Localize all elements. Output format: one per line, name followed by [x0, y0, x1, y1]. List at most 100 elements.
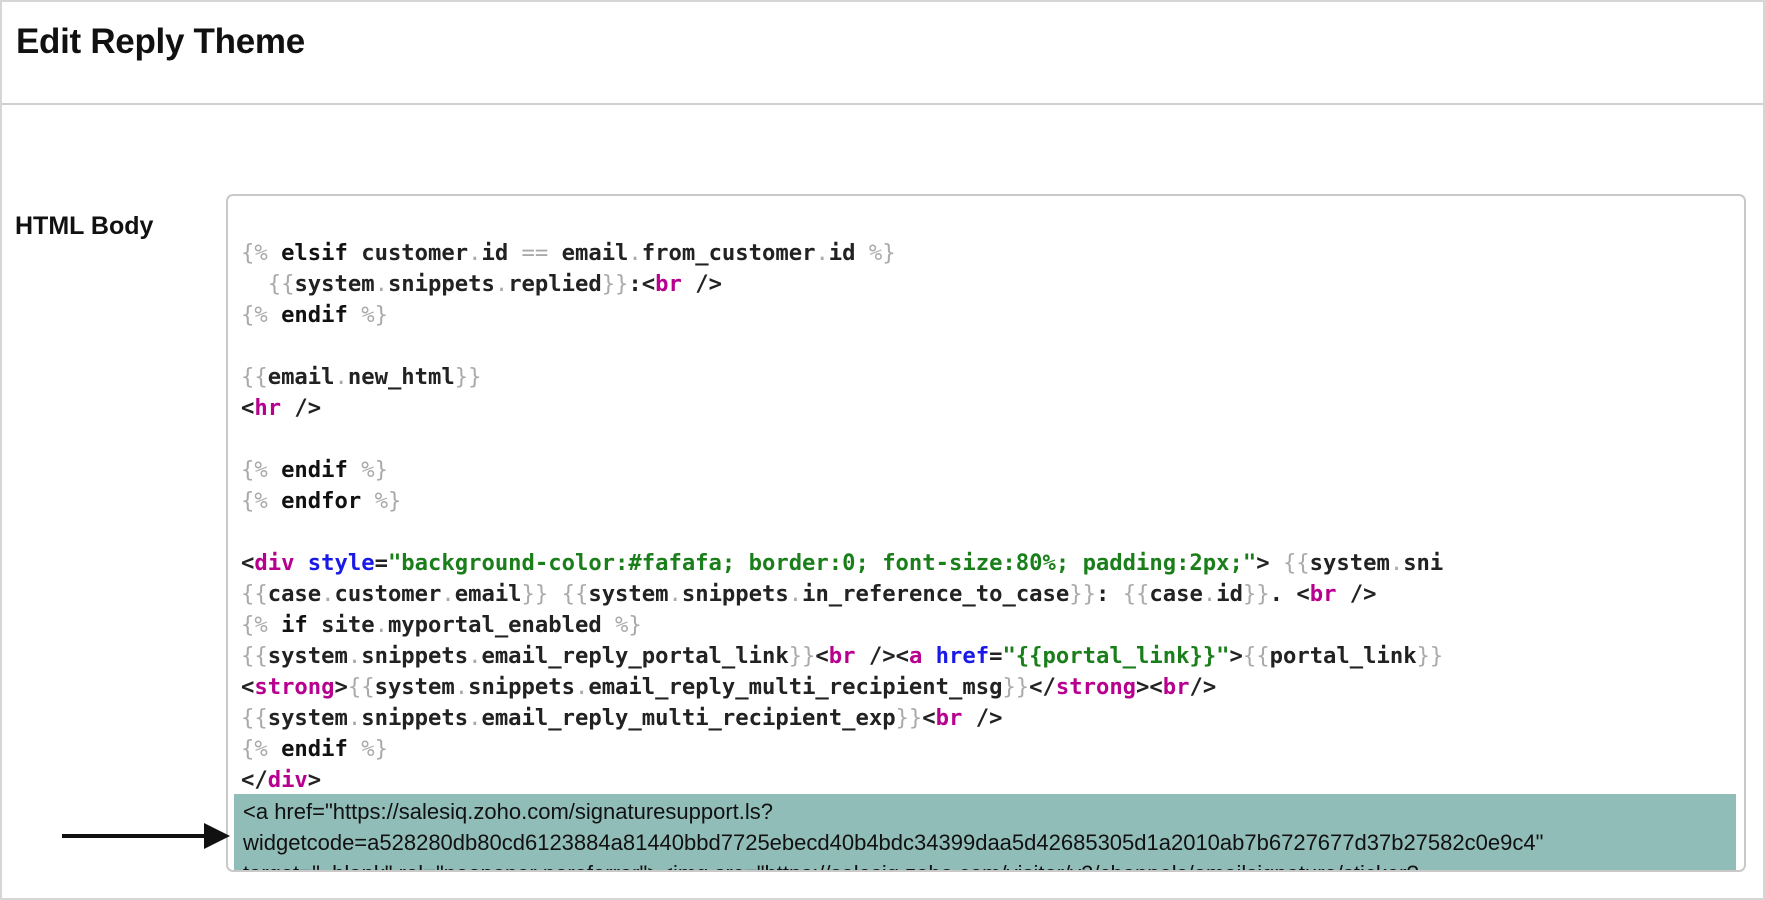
- code-token: >: [1229, 643, 1243, 669]
- code-token: %}: [361, 488, 402, 514]
- code-token: />: [962, 705, 1003, 731]
- code-token: strong: [1055, 674, 1137, 700]
- code-token: />: [681, 271, 722, 297]
- code-token: .: [334, 364, 348, 390]
- html-body-editor[interactable]: {% elsif customer.id == email.from_custo…: [226, 194, 1746, 872]
- code-token: />: [281, 395, 322, 421]
- code-token: endif: [281, 736, 348, 762]
- highlighted-signature-code[interactable]: <a href="https://salesiq.zoho.com/signat…: [234, 794, 1736, 870]
- code-token: }}: [1002, 674, 1030, 700]
- code-token: snippets: [387, 271, 495, 297]
- code-token: {{: [241, 271, 295, 297]
- code-token: .: [494, 271, 509, 297]
- code-token: {{: [1282, 550, 1310, 576]
- code-token: portal_link: [1269, 643, 1417, 669]
- code-token: id: [481, 240, 522, 266]
- code-token: snippets: [681, 581, 789, 607]
- code-token: {{: [347, 674, 375, 700]
- code-content[interactable]: {% elsif customer.id == email.from_custo…: [241, 238, 1744, 796]
- code-token: .: [468, 705, 482, 731]
- code-token: .: [788, 581, 803, 607]
- code-token: .: [374, 612, 388, 638]
- code-token: myportal_enabled: [387, 612, 616, 638]
- code-token: "{{portal_link}}": [1002, 643, 1230, 669]
- page-title: Edit Reply Theme: [16, 22, 305, 61]
- code-line: {% endif %}: [241, 455, 1744, 486]
- code-token: system: [588, 581, 669, 607]
- code-line: {{system.snippets.email_reply_multi_reci…: [241, 703, 1744, 734]
- code-token: case: [1149, 581, 1203, 607]
- code-token: system: [267, 705, 348, 731]
- code-token: {{: [561, 581, 589, 607]
- code-token: br: [1162, 674, 1190, 700]
- code-token: case: [267, 581, 322, 607]
- right-arrow-icon: [62, 823, 230, 849]
- code-token: id: [1216, 581, 1243, 607]
- code-token: br: [935, 705, 963, 731]
- code-token: .: [321, 581, 335, 607]
- code-token: }}: [1416, 643, 1444, 669]
- code-token: endfor: [281, 488, 362, 514]
- code-token: .: [628, 240, 642, 266]
- code-token: .: [441, 581, 455, 607]
- code-token: <: [241, 395, 255, 421]
- code-token: %}: [347, 736, 388, 762]
- code-token: snippets: [468, 674, 575, 700]
- code-token: .: [347, 643, 362, 669]
- code-token: }}: [1069, 581, 1096, 607]
- code-token: br: [655, 271, 682, 297]
- html-body-label: HTML Body: [15, 212, 154, 240]
- code-token: }}: [788, 643, 816, 669]
- code-token: <: [241, 674, 255, 700]
- code-token: .: [1202, 581, 1217, 607]
- code-token: system: [374, 674, 455, 700]
- code-token: site: [307, 612, 375, 638]
- code-token: div: [267, 767, 308, 793]
- code-token: ==: [521, 240, 549, 266]
- code-token: .: [815, 240, 829, 266]
- code-token: snippets: [361, 643, 469, 669]
- code-token: {%: [241, 612, 282, 638]
- code-token: {%: [241, 736, 282, 762]
- code-token: customer: [334, 581, 442, 607]
- code-token: %}: [615, 612, 642, 638]
- code-token: br: [828, 643, 856, 669]
- code-token: {{: [1122, 581, 1150, 607]
- code-token: {%: [241, 488, 282, 514]
- code-token: >: [1256, 550, 1283, 576]
- code-token: <: [922, 705, 936, 731]
- code-line: {% elsif customer.id == email.from_custo…: [241, 238, 1744, 269]
- code-token: {{: [241, 643, 268, 669]
- code-token: email: [267, 364, 335, 390]
- code-token: .: [374, 271, 388, 297]
- code-token: <: [241, 550, 255, 576]
- code-token: email_reply_multi_recipient_exp: [481, 705, 896, 731]
- code-token: {%: [241, 240, 282, 266]
- code-token: customer: [347, 240, 469, 266]
- code-token: .: [454, 674, 469, 700]
- code-token: endif: [281, 457, 348, 483]
- code-token: strong: [254, 674, 335, 700]
- highlight-line: widgetcode=a528280db80cd6123884a81440bbd…: [243, 830, 1544, 855]
- code-token: ><: [1136, 674, 1163, 700]
- code-token: .: [668, 581, 682, 607]
- code-line: {{system.snippets.email_reply_portal_lin…: [241, 641, 1744, 672]
- code-token: hr: [254, 395, 282, 421]
- code-token: if: [281, 612, 308, 638]
- code-token: email: [548, 240, 629, 266]
- code-token: {{: [241, 364, 268, 390]
- code-token: :: [1095, 581, 1123, 607]
- code-token: %}: [347, 302, 388, 328]
- code-token: %}: [347, 457, 388, 483]
- code-token: />: [1189, 674, 1217, 700]
- code-token: .: [574, 674, 589, 700]
- code-token: {{: [241, 581, 268, 607]
- code-token: >: [334, 674, 348, 700]
- code-token: }}: [1242, 581, 1270, 607]
- code-token: elsif: [281, 240, 348, 266]
- code-token: replied: [508, 271, 602, 297]
